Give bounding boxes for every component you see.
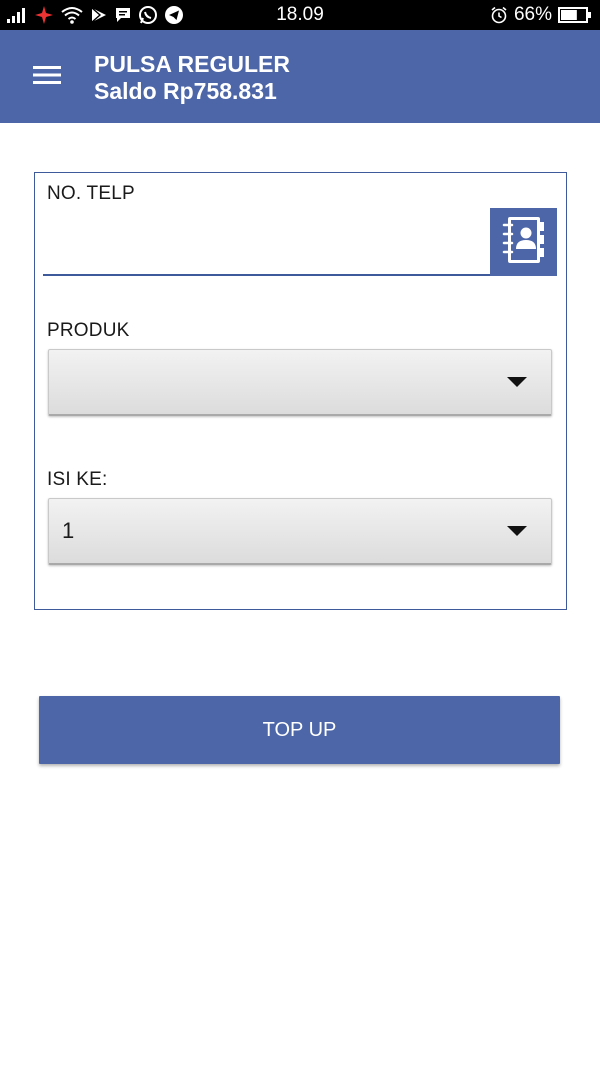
telegram-icon [164, 4, 184, 26]
dropdown-arrow-icon [507, 377, 527, 387]
page-title: PULSA REGULER [94, 51, 290, 77]
status-icons-right: 66% [490, 0, 592, 30]
topup-form: NO. TELP PRODUK ISI KE: 1 [34, 172, 567, 610]
menu-button[interactable] [22, 54, 72, 100]
contact-book-icon [499, 214, 549, 271]
product-label: PRODUK [47, 320, 130, 341]
status-bar: 66% [0, 0, 600, 30]
fill-to-dropdown[interactable]: 1 [48, 498, 552, 565]
contact-picker-button[interactable] [490, 208, 557, 276]
whatsapp-icon [138, 4, 158, 26]
fill-to-label: ISI KE: [47, 469, 108, 490]
product-dropdown[interactable] [48, 349, 552, 416]
notification-icon [34, 4, 54, 26]
battery-percent: 66% [513, 4, 552, 25]
dropdown-arrow-icon [507, 526, 527, 536]
fill-to-value: 1 [62, 518, 75, 543]
phone-input[interactable] [43, 213, 491, 276]
signal-icon [6, 4, 28, 26]
wifi-icon [60, 4, 84, 26]
battery-icon [558, 4, 592, 26]
message-icon [114, 4, 132, 26]
play-store-icon [90, 4, 108, 26]
topup-button[interactable]: TOP UP [39, 696, 560, 764]
balance-label: Saldo Rp758.831 [94, 78, 277, 104]
phone-label: NO. TELP [47, 183, 135, 204]
hamburger-icon [32, 64, 62, 91]
status-icons-left [6, 0, 184, 30]
alarm-icon [490, 4, 508, 26]
app-bar: PULSA REGULER Saldo Rp758.831 [0, 30, 600, 123]
